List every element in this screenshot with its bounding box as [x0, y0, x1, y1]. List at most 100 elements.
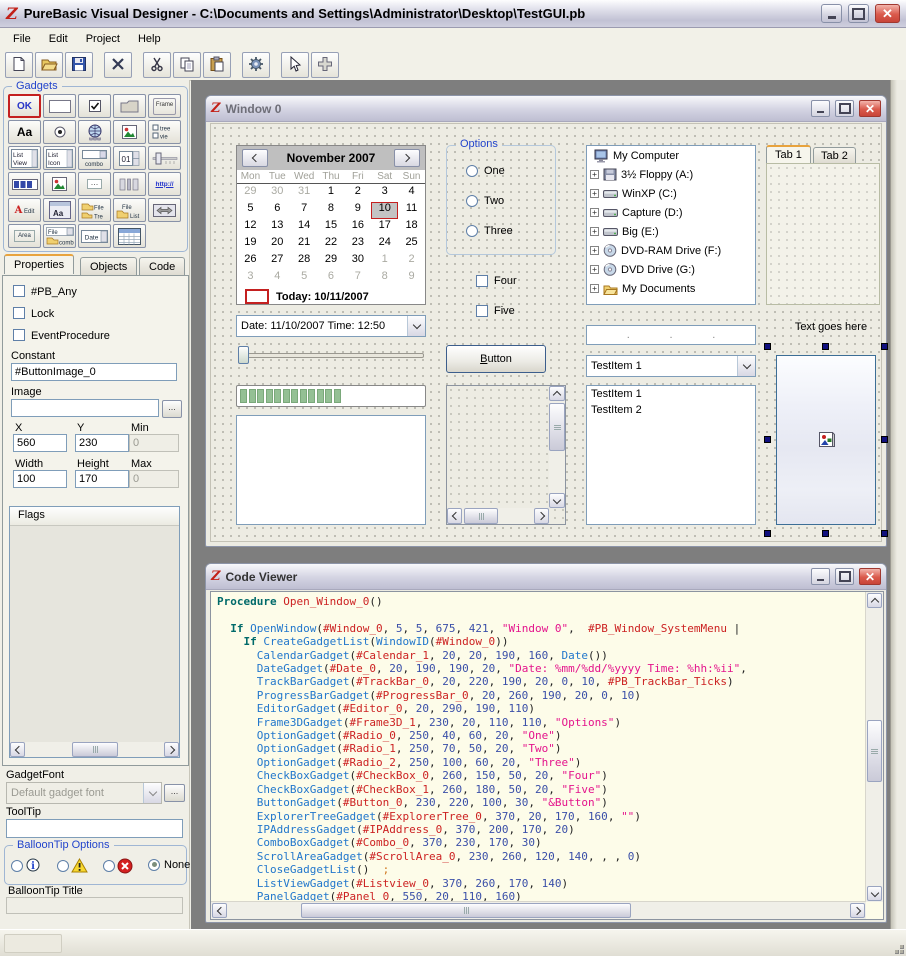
calendar-day[interactable]: 31 — [291, 185, 318, 202]
height-input[interactable] — [75, 470, 129, 488]
panel-tab-1[interactable]: Tab 1 — [766, 145, 811, 163]
calendar-day[interactable]: 3 — [237, 270, 264, 287]
calendar-day[interactable]: 6 — [318, 270, 345, 287]
warning-radio[interactable] — [57, 860, 69, 872]
calendar-day[interactable]: 27 — [264, 253, 291, 270]
calendar-day[interactable]: 7 — [291, 202, 318, 219]
menu-project[interactable]: Project — [77, 30, 129, 48]
code-scroll-up-button[interactable] — [867, 593, 882, 608]
palette-progressbar-gadget[interactable] — [8, 172, 41, 196]
tree-item-label[interactable]: Big (E:) — [622, 226, 659, 238]
calendar-day[interactable]: 30 — [264, 185, 291, 202]
designer-close-button[interactable]: ✕ — [859, 100, 881, 117]
editor-gadget[interactable] — [236, 415, 426, 525]
scroll-left-button[interactable] — [447, 508, 462, 524]
open-button[interactable] — [35, 52, 63, 78]
info-radio[interactable] — [11, 860, 23, 872]
palette-explorerlist-gadget[interactable]: FileList — [113, 198, 146, 222]
tree-item[interactable]: My Computer — [587, 146, 755, 165]
calendar-day[interactable]: 9 — [344, 202, 371, 219]
checkbox-five[interactable]: Five — [476, 305, 515, 317]
designer-window[interactable]: Z Window 0 ✕ November 2007 MonTueWedThuF… — [205, 95, 887, 547]
code-viewer-close-button[interactable]: ✕ — [859, 568, 881, 585]
pbany-checkbox[interactable]: #PB_Any — [13, 285, 77, 298]
menu-help[interactable]: Help — [129, 30, 170, 48]
tree-item[interactable]: +My Documents — [587, 279, 755, 298]
calendar-day[interactable]: 22 — [318, 236, 345, 253]
error-radio[interactable] — [103, 860, 115, 872]
balloontip-none-option[interactable]: None — [148, 859, 190, 871]
scroll-down-button[interactable] — [549, 493, 565, 508]
calendar-day[interactable]: 8 — [318, 202, 345, 219]
calendar-day[interactable]: 4 — [398, 185, 425, 202]
tree-item-label[interactable]: Capture (D:) — [622, 207, 683, 219]
flags-scroll-right-button[interactable] — [164, 742, 179, 757]
calendar-prev-button[interactable] — [242, 149, 268, 167]
calendar-day[interactable]: 14 — [291, 219, 318, 236]
save-button[interactable] — [65, 52, 93, 78]
expand-plus-icon[interactable]: + — [590, 189, 599, 198]
code-scroll-down-button[interactable] — [867, 886, 882, 901]
calendar-day[interactable]: 8 — [371, 270, 398, 287]
palette-trackbar-gadget[interactable] — [148, 146, 181, 170]
calendar-day[interactable]: 12 — [237, 219, 264, 236]
palette-combobox-gadget[interactable]: combo — [78, 146, 111, 170]
calendar-gadget[interactable]: November 2007 MonTueWedThuFriSatSun 2930… — [236, 145, 426, 305]
trackbar-gadget[interactable] — [236, 345, 426, 363]
hscroll-thumb[interactable] — [464, 508, 498, 524]
palette-listview-gadget[interactable]: ListView — [8, 146, 41, 170]
calendar-day[interactable]: 16 — [344, 219, 371, 236]
eventprocedure-checkbox[interactable]: EventProcedure — [13, 329, 110, 342]
gadgetfont-combo[interactable]: Default gadget font — [6, 782, 162, 804]
scroll-up-button[interactable] — [549, 386, 565, 401]
palette-panel-gadget[interactable]: Aa — [43, 198, 76, 222]
tree-item[interactable]: +WinXP (C:) — [587, 184, 755, 203]
palette-explorertree-gadget[interactable]: FileTre — [78, 198, 111, 222]
five-checkbox-box[interactable] — [476, 305, 488, 317]
copy-button[interactable] — [173, 52, 201, 78]
listview-gadget[interactable]: TestItem 1 TestItem 2 — [586, 385, 756, 525]
y-input[interactable] — [75, 434, 129, 452]
code-vscrollbar[interactable] — [865, 592, 883, 902]
chevron-down-icon[interactable] — [407, 316, 425, 336]
calendar-day[interactable]: 18 — [398, 219, 425, 236]
add-button[interactable] — [311, 52, 339, 78]
close-button[interactable]: ✕ — [875, 4, 900, 23]
four-checkbox-box[interactable] — [476, 275, 488, 287]
calendar-day[interactable]: 1 — [318, 185, 345, 202]
option-three[interactable]: Three — [466, 225, 513, 237]
option-two[interactable]: Two — [466, 195, 504, 207]
width-input[interactable] — [13, 470, 67, 488]
options-button[interactable] — [242, 52, 270, 78]
designer-maximize-button[interactable] — [835, 100, 854, 117]
code-vscroll-thumb[interactable] — [867, 720, 882, 782]
balloontip-error-option[interactable] — [103, 858, 133, 874]
tree-item-label[interactable]: My Computer — [613, 150, 679, 162]
chevron-down-icon[interactable] — [143, 783, 161, 803]
code-hscrollbar[interactable] — [211, 901, 866, 919]
palette-hyperlink-gadget[interactable]: http:// — [148, 172, 181, 196]
calendar-day[interactable]: 19 — [237, 236, 264, 253]
x-input[interactable] — [13, 434, 67, 452]
calendar-day[interactable]: 2 — [398, 253, 425, 270]
calendar-day[interactable]: 20 — [264, 236, 291, 253]
palette-splitter-gadget[interactable] — [113, 172, 146, 196]
menu-edit[interactable]: Edit — [40, 30, 77, 48]
panel-tab-2[interactable]: Tab 2 — [813, 147, 856, 164]
calendar-day[interactable]: 9 — [398, 270, 425, 287]
designer-titlebar[interactable]: Z Window 0 ✕ — [206, 96, 886, 122]
ipaddress-gadget[interactable]: ... — [586, 325, 756, 345]
chevron-down-icon[interactable] — [737, 356, 755, 376]
design-surface[interactable]: November 2007 MonTueWedThuFriSatSun 2930… — [210, 123, 882, 542]
tree-item[interactable]: +Capture (D:) — [587, 203, 755, 222]
select-button[interactable] — [281, 52, 309, 78]
calendar-day[interactable]: 1 — [371, 253, 398, 270]
palette-splitterh-gadget[interactable] — [148, 198, 181, 222]
scrollarea-vscrollbar[interactable] — [549, 386, 565, 508]
none-radio[interactable] — [148, 859, 160, 871]
two-radio[interactable] — [466, 195, 478, 207]
tree-item[interactable]: +Big (E:) — [587, 222, 755, 241]
code-viewer-titlebar[interactable]: Z Code Viewer ✕ — [206, 564, 886, 590]
trackbar-thumb[interactable] — [238, 346, 249, 364]
constant-input[interactable] — [11, 363, 177, 381]
